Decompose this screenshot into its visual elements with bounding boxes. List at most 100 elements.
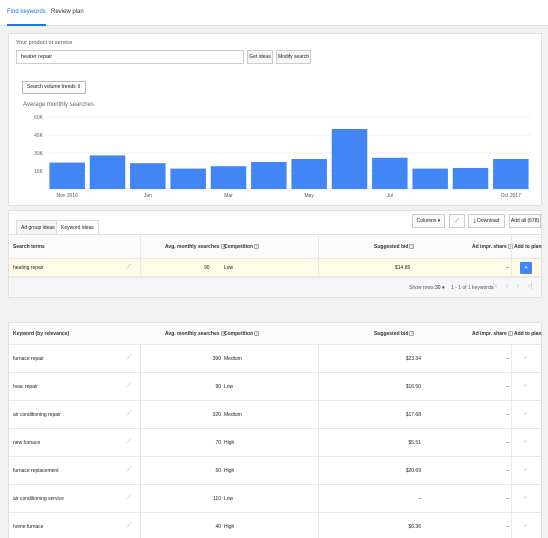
bid-cell: – [418, 496, 421, 502]
header-share-label: Ad impr. share [472, 244, 507, 250]
trend-chart-icon[interactable]: ⟋ [127, 467, 131, 474]
bar-apr[interactable] [251, 162, 287, 189]
header-competition-label: Competition [224, 331, 254, 337]
bar-jun[interactable] [331, 129, 368, 189]
header-avg-label: Avg. monthly searches [165, 244, 220, 250]
trend-chart-icon[interactable]: ⟋ [127, 411, 131, 418]
competition-cell: Low [224, 384, 234, 390]
tab-keyword-ideas[interactable]: Keyword ideas [56, 220, 99, 235]
trend-chart-icon[interactable]: ⟋ [127, 523, 131, 530]
help-icon[interactable]: ? [409, 244, 415, 250]
header-competition: Competition? [224, 331, 260, 337]
download-button[interactable]: ⤓ Download [468, 214, 505, 228]
show-rows-label: Show rows: [409, 285, 435, 291]
add-to-plan-button[interactable]: » [524, 467, 527, 473]
header-competition-label: Competition [224, 244, 254, 250]
share-cell: – [506, 384, 509, 390]
bar-jul[interactable] [372, 157, 408, 189]
x-tick-label: Jul [387, 193, 393, 199]
table-row: air conditioning repair ⟋ 320 Medium $17.68 –… [9, 401, 541, 429]
bid-cell: $17.68 [405, 412, 421, 418]
competition-cell: Low [224, 265, 234, 271]
x-tick-label: May [304, 193, 314, 199]
download-label: Download [477, 218, 500, 224]
bar-dec-2016[interactable] [89, 155, 126, 189]
add-to-plan-button[interactable]: » [524, 523, 527, 529]
keyword-ideas-table: Keyword (by relevance) Avg. monthly sear… [8, 322, 542, 538]
trend-chart-icon[interactable]: ⟋ [127, 495, 131, 502]
competition-cell: High [224, 524, 235, 530]
x-tick-label: Oct 2017 [501, 193, 522, 199]
bid-cell: $5.51 [408, 440, 421, 446]
bid-cell: $14.85 [395, 265, 411, 271]
tab-review-plan[interactable]: Review plan [51, 0, 84, 26]
competition-cell: Medium [224, 412, 242, 418]
add-to-plan-button[interactable]: » [524, 495, 527, 501]
help-icon[interactable]: ? [507, 331, 513, 337]
add-to-plan-button[interactable]: » [524, 383, 527, 389]
tab-ad-group-ideas[interactable]: Ad group ideas [16, 220, 60, 235]
y-tick-label: 60K [34, 115, 44, 121]
header-bid-label: Suggested bid [374, 244, 409, 250]
header-ad-share: Ad impr. share? [472, 331, 513, 337]
bar-sep[interactable] [452, 168, 489, 189]
keyword-cell: air conditioning service [13, 496, 64, 502]
help-icon[interactable]: ? [254, 244, 260, 250]
trend-chart-icon[interactable]: ⟋ [127, 383, 131, 390]
avg-searches-cell: 390 [212, 356, 221, 362]
y-tick-label: 45K [34, 133, 44, 139]
share-cell: – [506, 356, 509, 362]
header-avg-label: Avg. monthly searches [165, 331, 220, 337]
header-keyword: Keyword (by relevance) [13, 331, 70, 337]
bar-may[interactable] [291, 159, 327, 189]
header-add-to-plan: Add to plan [514, 244, 542, 250]
header-bid-label: Suggested bid [374, 331, 409, 337]
share-cell: – [506, 496, 509, 502]
bar-mar[interactable] [210, 166, 247, 189]
avg-searches-cell: 320 [212, 412, 221, 418]
trend-chart-icon[interactable]: ⟋ [127, 355, 131, 362]
table-row: hvac repair ⟋ 90 Low $16.50 – » [9, 373, 541, 401]
header-suggested-bid: Suggested bid? [374, 244, 415, 250]
bar-feb[interactable] [170, 168, 206, 189]
trend-chart-icon[interactable]: ⟋ [127, 439, 131, 446]
keyword-header: Keyword (by relevance) Avg. monthly sear… [9, 323, 542, 345]
x-tick-label: Nov 2016 [56, 193, 78, 199]
add-to-plan-button[interactable]: » [524, 355, 527, 361]
share-cell: – [506, 468, 509, 474]
help-icon[interactable]: ? [409, 331, 415, 337]
header-add-to-plan: Add to plan [514, 331, 542, 337]
columns-button[interactable]: Columns ▾ [412, 214, 445, 228]
add-to-plan-button[interactable]: » [524, 439, 527, 445]
help-icon[interactable]: ? [254, 331, 260, 337]
bar-jan[interactable] [130, 163, 166, 189]
bid-cell: $20.69 [405, 468, 421, 474]
competition-cell: Low [224, 496, 234, 502]
table-row: home furnace ⟋ 40 High $6.36 – » [9, 513, 541, 538]
search-terms-table: Search terms Avg. monthly searches? Comp… [8, 234, 542, 298]
add-all-button[interactable]: Add all (678) [509, 214, 541, 228]
add-to-plan-button[interactable]: » [520, 262, 532, 274]
table-row: air conditioning service ⟋ 110 Low – – » [9, 485, 541, 513]
next-page-icon[interactable]: › [517, 283, 519, 290]
bar-aug[interactable] [412, 168, 448, 189]
bar-oct-2017[interactable] [493, 159, 529, 189]
bar-nov-2016[interactable] [49, 162, 85, 189]
keyword-cell: home furnace [13, 524, 44, 530]
bid-cell: $16.50 [405, 384, 421, 390]
table-row: furnace replacement ⟋ 50 High $20.69 – » [9, 457, 541, 485]
add-to-plan-button[interactable]: » [524, 411, 527, 417]
trend-chart-icon[interactable]: ⟋ [127, 264, 131, 271]
tab-find-keywords[interactable]: Find keywords [7, 0, 46, 26]
first-page-icon[interactable]: |‹ [493, 283, 497, 290]
avg-searches-cell: 50 [215, 468, 221, 474]
avg-searches-cell: 90 [215, 384, 221, 390]
share-cell: – [506, 265, 509, 271]
search-panel: Your product or service heater repair Ge… [8, 33, 542, 206]
last-page-icon[interactable]: ›| [528, 283, 532, 290]
avg-searches-cell: 40 [215, 524, 221, 530]
share-cell: – [506, 412, 509, 418]
prev-page-icon[interactable]: ‹ [506, 283, 508, 290]
chart-toggle-icon[interactable]: ⟋ [449, 214, 465, 228]
rows-per-page-select[interactable]: 30 ▾ [435, 285, 444, 291]
